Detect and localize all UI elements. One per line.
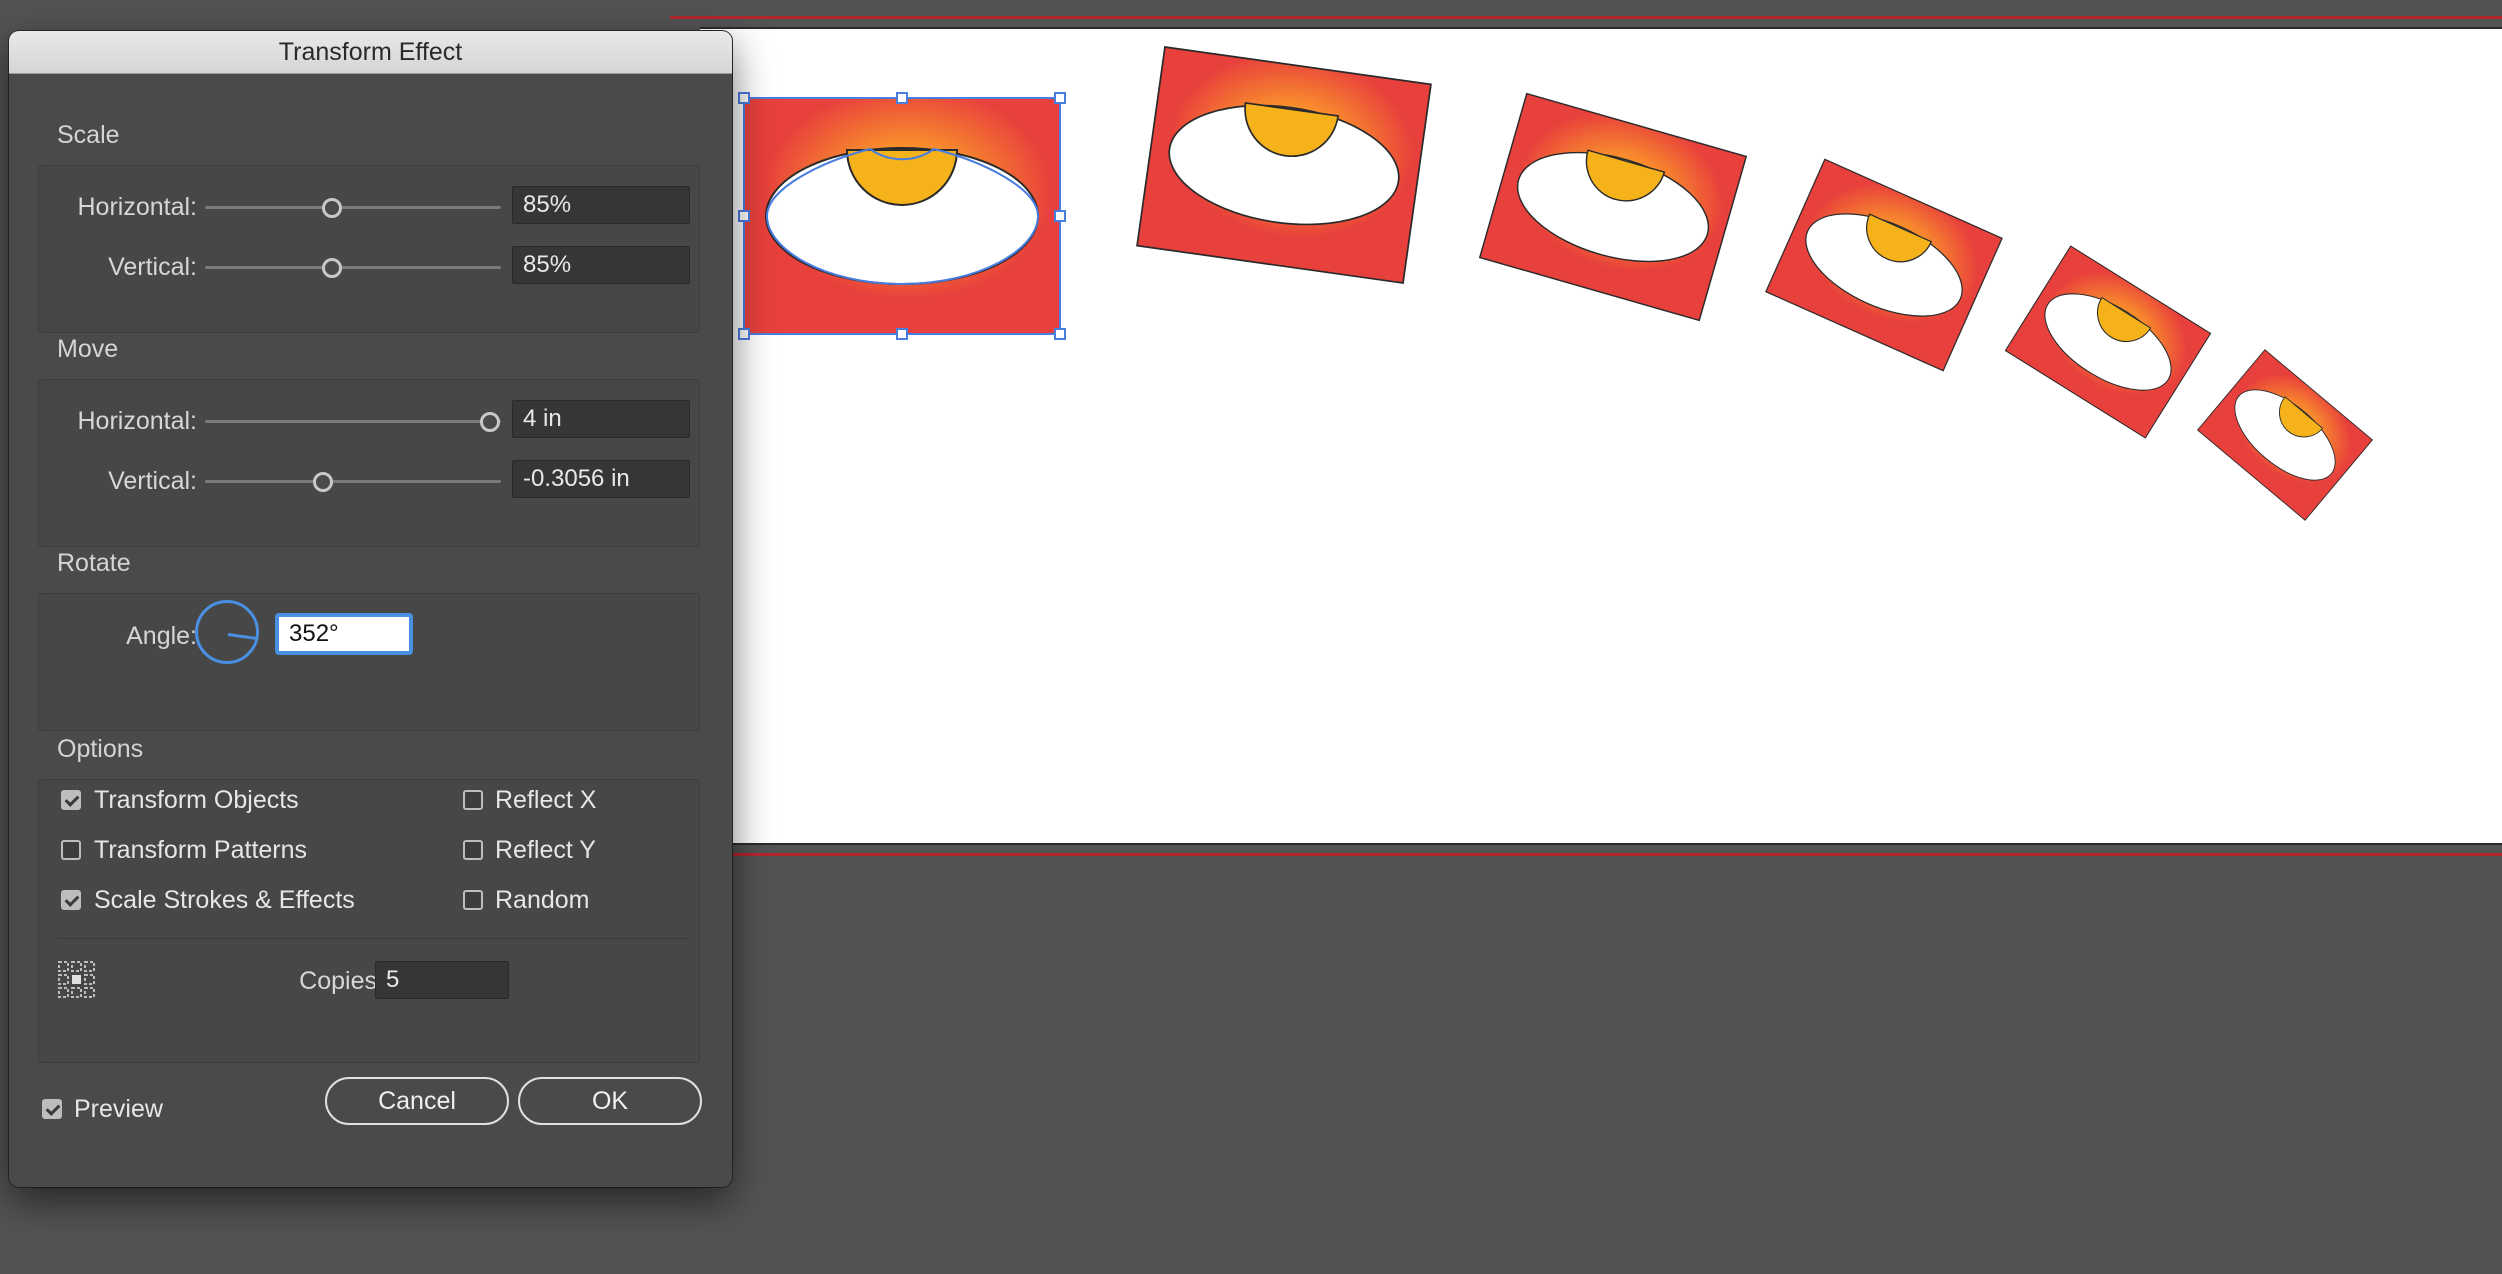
handle-top-left[interactable]	[738, 92, 750, 104]
copies-label: Copies	[299, 967, 377, 995]
reflect-x-checkbox[interactable]	[463, 790, 483, 810]
move-vertical-slider[interactable]	[205, 480, 501, 483]
angle-dial-needle	[227, 633, 258, 641]
move-horizontal-slider[interactable]	[205, 420, 501, 423]
artwork-copy-5[interactable]	[2196, 349, 2374, 521]
options-group-title: Options	[57, 735, 144, 763]
artwork-copy-3[interactable]	[1765, 158, 2003, 372]
move-vertical-input[interactable]: -0.3056 in	[512, 460, 690, 498]
transform-objects-label[interactable]: Transform Objects	[94, 786, 299, 815]
move-horizontal-label: Horizontal:	[77, 407, 198, 435]
cancel-button[interactable]: Cancel	[325, 1077, 509, 1125]
reflect-y-label[interactable]: Reflect Y	[495, 836, 596, 865]
random-checkbox[interactable]	[463, 890, 483, 910]
scale-horizontal-slider-knob[interactable]	[322, 198, 342, 218]
scale-vertical-slider-knob[interactable]	[322, 258, 342, 278]
transform-effect-dialog: Transform Effect Scale Horizontal: 85% V…	[9, 31, 732, 1187]
angle-label: Angle:	[126, 622, 197, 650]
options-group	[38, 779, 700, 1063]
scale-horizontal-input[interactable]: 85%	[512, 186, 690, 224]
artwork-canvas[interactable]	[700, 29, 2502, 845]
scale-vertical-label: Vertical:	[108, 253, 197, 281]
transform-patterns-label[interactable]: Transform Patterns	[94, 836, 307, 865]
preview-label[interactable]: Preview	[74, 1095, 163, 1124]
move-vertical-label: Vertical:	[108, 467, 197, 495]
copies-input[interactable]: 5	[375, 961, 509, 999]
scale-strokes-effects-checkbox[interactable]	[61, 890, 81, 910]
transform-patterns-checkbox[interactable]	[61, 840, 81, 860]
scale-horizontal-label: Horizontal:	[77, 193, 198, 221]
move-vertical-slider-knob[interactable]	[313, 472, 333, 492]
handle-middle-right[interactable]	[1054, 210, 1066, 222]
artwork-original[interactable]	[743, 97, 1061, 335]
move-horizontal-input[interactable]: 4 in	[512, 400, 690, 438]
artwork-copy-4[interactable]	[2004, 245, 2212, 439]
random-label[interactable]: Random	[495, 886, 590, 915]
move-group-title: Move	[57, 335, 119, 363]
reflect-y-checkbox[interactable]	[463, 840, 483, 860]
artwork-copy-2[interactable]	[1478, 92, 1748, 322]
scale-strokes-effects-label[interactable]: Scale Strokes & Effects	[94, 886, 355, 915]
rotate-group	[38, 593, 700, 731]
move-horizontal-slider-knob[interactable]	[480, 412, 500, 432]
rotate-group-title: Rotate	[57, 549, 131, 577]
handle-bottom-right[interactable]	[1054, 328, 1066, 340]
handle-bottom-center[interactable]	[896, 328, 908, 340]
artboard[interactable]	[700, 27, 2502, 845]
scale-horizontal-slider[interactable]	[205, 206, 501, 209]
scale-vertical-slider[interactable]	[205, 266, 501, 269]
handle-bottom-left[interactable]	[738, 328, 750, 340]
dialog-title: Transform Effect	[9, 31, 732, 74]
angle-dial-icon[interactable]	[195, 600, 259, 664]
transform-objects-checkbox[interactable]	[61, 790, 81, 810]
handle-top-right[interactable]	[1054, 92, 1066, 104]
scale-vertical-input[interactable]: 85%	[512, 246, 690, 284]
options-divider	[57, 938, 689, 939]
preview-checkbox[interactable]	[42, 1099, 62, 1119]
reflect-x-label[interactable]: Reflect X	[495, 786, 596, 815]
handle-middle-left[interactable]	[738, 210, 750, 222]
artwork-copy-1[interactable]	[1136, 46, 1432, 284]
reference-point-grid-icon[interactable]	[57, 960, 97, 1000]
scale-group-title: Scale	[57, 121, 120, 149]
ok-button[interactable]: OK	[518, 1077, 702, 1125]
handle-top-center[interactable]	[896, 92, 908, 104]
angle-input[interactable]: 352°	[277, 615, 411, 653]
